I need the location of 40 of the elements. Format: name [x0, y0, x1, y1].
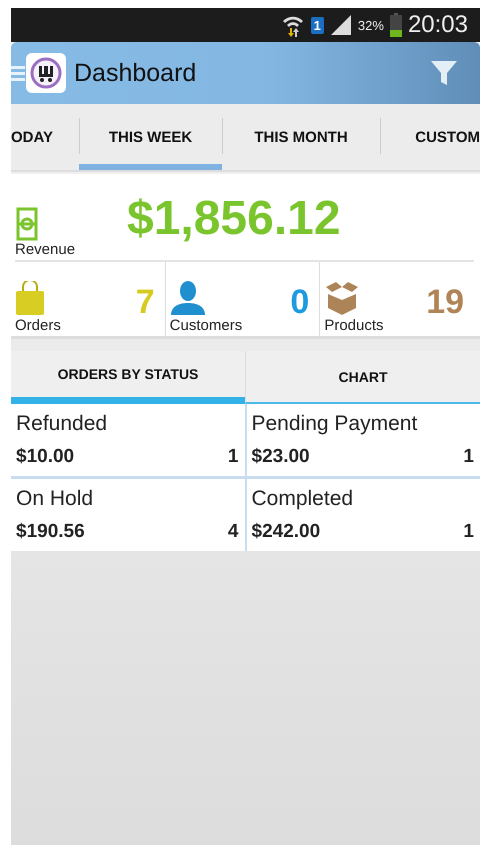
- status-amount: $23.00: [252, 446, 310, 468]
- sim-indicator: 1: [310, 16, 324, 34]
- revenue-value: $1,856.12: [127, 190, 341, 246]
- screen-title: Dashboard: [74, 58, 198, 88]
- period-tab[interactable]: THIS MONTH: [222, 104, 380, 170]
- battery-icon: [390, 13, 402, 37]
- stat-label: Customers: [170, 317, 242, 334]
- status-amount: $190.56: [16, 521, 85, 543]
- banknote-icon: [15, 207, 39, 241]
- status-count: 1: [228, 446, 238, 468]
- shopping-bag-icon: [15, 281, 45, 315]
- stat-value: 7: [136, 283, 155, 322]
- status-card[interactable]: Completed $242.00 1: [246, 479, 480, 551]
- status-amount: $10.00: [16, 446, 74, 468]
- status-name: Completed: [252, 487, 354, 511]
- status-count: 4: [228, 521, 238, 543]
- menu-icon[interactable]: [11, 65, 25, 81]
- status-name: Pending Payment: [252, 412, 418, 436]
- period-tab[interactable]: ODAY: [11, 104, 79, 170]
- filter-icon[interactable]: [430, 59, 458, 87]
- status-card[interactable]: Refunded $10.00 1: [11, 404, 244, 476]
- status-name: On Hold: [16, 487, 94, 511]
- person-icon: [170, 281, 206, 315]
- app-logo: [26, 53, 66, 93]
- revenue-label: Revenue: [15, 241, 76, 258]
- status-card[interactable]: Pending Payment $23.00 1: [246, 404, 480, 476]
- stat-value: 19: [426, 283, 464, 322]
- clock-time: 20:03: [408, 11, 468, 39]
- status-card[interactable]: On Hold $190.56 4: [11, 479, 244, 551]
- status-count: 1: [463, 521, 474, 543]
- status-count: 1: [463, 446, 474, 468]
- status-amount: $242.00: [252, 521, 320, 543]
- period-tab[interactable]: CUSTOM: [380, 104, 480, 170]
- stat-label: Orders: [15, 317, 61, 334]
- battery-percent: 32%: [358, 18, 384, 32]
- signal-icon: [330, 14, 352, 36]
- box-icon: [324, 281, 360, 315]
- stat-value: 0: [290, 283, 310, 322]
- status-name: Refunded: [16, 412, 108, 436]
- stat-label: Products: [324, 317, 384, 334]
